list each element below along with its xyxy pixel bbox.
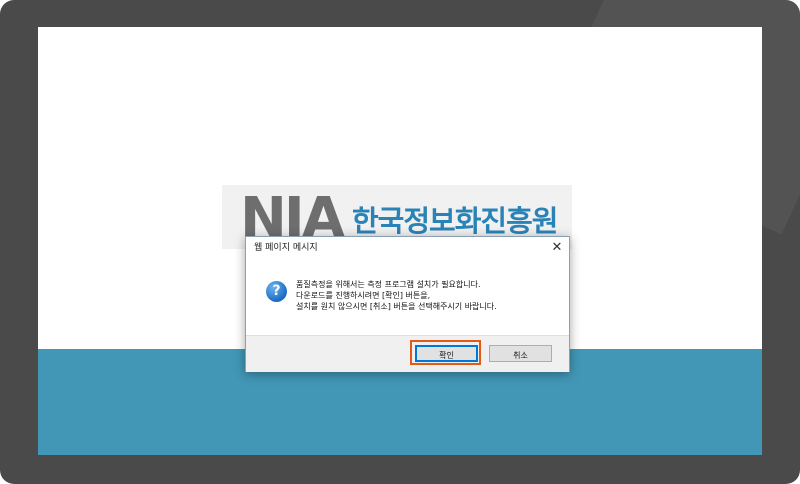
dialog-body: ? 품질측정을 위해서는 측정 프로그램 설치가 필요합니다. 다운로드를 진행… (246, 259, 569, 335)
web-page-message-dialog: 웹 페이지 메시지 ✕ ? 품질측정을 위해서는 측정 프로그램 설치가 필요합… (245, 236, 570, 372)
dialog-footer: 확인 취소 (246, 335, 569, 372)
message-line: 품질측정을 위해서는 측정 프로그램 설치가 필요합니다. (296, 280, 481, 289)
message-line: 다운로드를 진행하시려면 [확인] 버튼을, (296, 291, 431, 300)
cancel-button[interactable]: 취소 (489, 345, 552, 362)
dialog-message: 품질측정을 위해서는 측정 프로그램 설치가 필요합니다. 다운로드를 진행하시… (296, 279, 497, 312)
message-line: 설치를 원치 않으시면 [취소] 버튼을 선택해주시기 바랍니다. (296, 302, 497, 311)
close-icon[interactable]: ✕ (548, 239, 566, 257)
dialog-title: 웹 페이지 메시지 (254, 243, 318, 253)
dialog-titlebar: 웹 페이지 메시지 ✕ (246, 237, 569, 259)
question-icon: ? (266, 281, 287, 302)
logo-name: 한국정보화진흥원 (352, 204, 558, 238)
device-frame: NIA 한국정보화진흥원 웹 페이지 메시지 ✕ ? 품질측정을 위해서는 측정… (0, 0, 800, 484)
ok-button[interactable]: 확인 (415, 345, 478, 362)
